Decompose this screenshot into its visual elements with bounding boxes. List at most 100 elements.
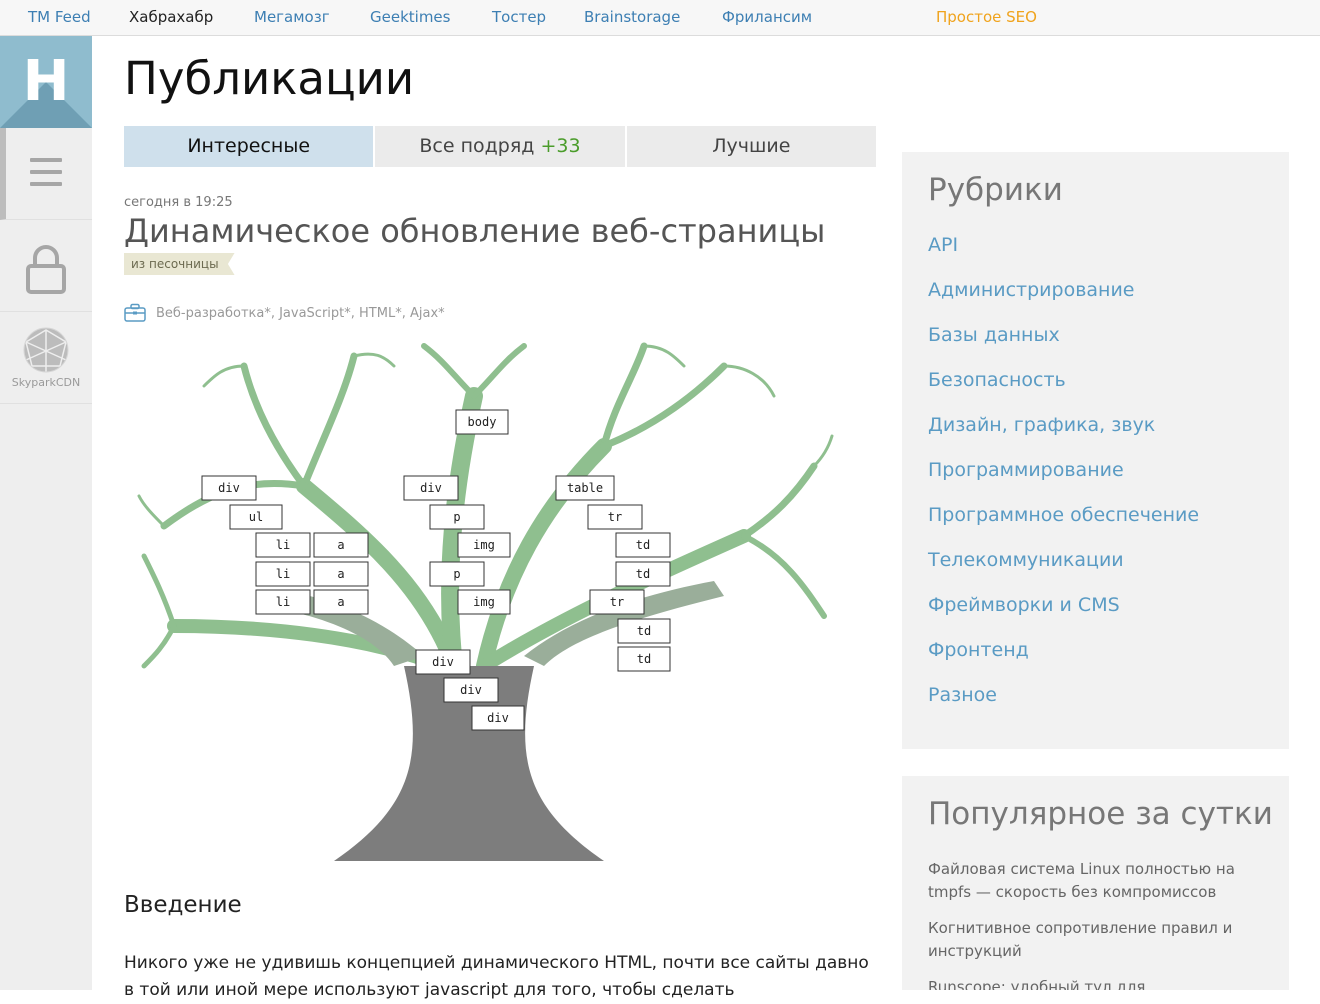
post-title[interactable]: Динамическое обновление веб-страницы (124, 212, 825, 250)
rubric-link[interactable]: Безопасность (928, 369, 1066, 391)
tag-label: li (276, 595, 290, 609)
tag-label: img (473, 595, 495, 609)
sponsor-skyparkcdn[interactable]: SkyparkCDN (0, 312, 92, 404)
tag-box: div (403, 475, 459, 501)
tag-label: table (567, 481, 603, 495)
nav-link-brainstorage[interactable]: Brainstorage (584, 8, 680, 26)
tag-label: div (218, 481, 240, 495)
site-logo[interactable]: H (0, 36, 92, 128)
tab-label: Интересные (187, 135, 311, 157)
top-nav-bar: TM Feed Хабрахабр Мегамозг Geektimes Тос… (0, 0, 1320, 36)
tag-label: td (636, 567, 650, 581)
tag-box: div (415, 649, 471, 675)
tag-box: li (255, 589, 311, 615)
login-button[interactable] (0, 220, 92, 312)
globe-icon (23, 327, 69, 373)
tab-all[interactable]: Все подряд +33 (375, 126, 625, 167)
tag-box: img (457, 532, 511, 558)
rubric-link[interactable]: Программное обеспечение (928, 504, 1199, 526)
tag-box: a (313, 561, 369, 587)
nav-link-promo-seo[interactable]: Простое SEO (936, 8, 1037, 26)
tag-label: img (473, 538, 495, 552)
feed-tabs: Интересные Все подряд +33 Лучшие (124, 126, 876, 167)
rubric-link[interactable]: Программирование (928, 459, 1124, 481)
rubric-link[interactable]: Фреймворки и CMS (928, 594, 1120, 616)
tag-box: ul (229, 504, 283, 530)
rubric-link[interactable]: Базы данных (928, 324, 1060, 346)
nav-link-habrahabr[interactable]: Хабрахабр (129, 8, 213, 26)
tab-interesting[interactable]: Интересные (124, 126, 374, 167)
tab-label: Лучшие (712, 135, 791, 157)
tag-box: td (615, 532, 671, 558)
tag-box: td (617, 646, 671, 672)
tag-label: ul (249, 510, 263, 524)
tag-box: div (471, 705, 525, 731)
menu-button[interactable] (0, 128, 92, 220)
tag-label: div (460, 683, 482, 697)
tag-box: p (429, 504, 485, 530)
tag-box: div (201, 475, 257, 501)
tag-label: a (337, 538, 344, 552)
post-hubs: Веб-разработка*, JavaScript*, HTML*, Aja… (124, 302, 445, 324)
hubs-list[interactable]: Веб-разработка*, JavaScript*, HTML*, Aja… (156, 306, 445, 321)
tag-box: table (555, 475, 615, 501)
tag-box: div (443, 677, 499, 703)
dom-tree-image: body div ul li a li a li a div p img p i… (137, 342, 834, 861)
tag-box: tr (589, 589, 645, 615)
post-date: сегодня в 19:25 (124, 195, 233, 210)
nav-link-geektimes[interactable]: Geektimes (370, 8, 450, 26)
tab-best[interactable]: Лучшие (626, 126, 876, 167)
page-title: Публикации (124, 52, 415, 105)
tag-label: li (276, 567, 290, 581)
new-posts-count: +33 (540, 135, 581, 157)
tag-label: tr (610, 595, 624, 609)
tag-box: tr (587, 504, 643, 530)
tag-label: div (487, 711, 509, 725)
nav-link-toster[interactable]: Тостер (492, 8, 546, 26)
tag-label: a (337, 595, 344, 609)
tag-label: td (636, 538, 650, 552)
tag-label: p (453, 510, 460, 524)
nav-link-megamozg[interactable]: Мегамозг (254, 8, 330, 26)
tag-label: body (468, 415, 497, 429)
rubric-link[interactable]: API (928, 234, 958, 256)
menu-icon (30, 158, 62, 186)
tag-label: li (276, 538, 290, 552)
sponsor-label: SkyparkCDN (11, 376, 81, 389)
briefcase-icon (124, 303, 146, 322)
tag-box: body (455, 409, 509, 435)
tag-box: a (313, 589, 369, 615)
rubric-link[interactable]: Администрирование (928, 279, 1135, 301)
tag-label: a (337, 567, 344, 581)
rubric-link[interactable]: Дизайн, графика, звук (928, 414, 1155, 436)
rubric-link[interactable]: Телекоммуникации (928, 549, 1124, 571)
tag-box: li (255, 561, 311, 587)
tag-label: p (453, 567, 460, 581)
popular-post-link[interactable]: Когнитивное сопротивление правил и инстр… (928, 917, 1268, 963)
tag-label: tr (608, 510, 622, 524)
post-body-text: Никого уже не удивишь концепцией динамич… (124, 953, 869, 1000)
popular-panel: Популярное за сутки Файловая система Lin… (902, 776, 1289, 990)
tag-box: p (429, 561, 485, 587)
popular-title: Популярное за сутки (928, 796, 1273, 832)
tag-box: img (457, 589, 511, 615)
nav-link-tm-feed[interactable]: TM Feed (28, 8, 91, 26)
tab-label: Все подряд (419, 135, 535, 157)
popular-post-link[interactable]: Runscope: удобный тул для (928, 976, 1268, 990)
lock-icon (26, 245, 66, 294)
rubrics-title: Рубрики (928, 172, 1063, 208)
tag-label: div (432, 655, 454, 669)
tag-label: div (420, 481, 442, 495)
popular-post-link[interactable]: Файловая система Linux полностью на tmpf… (928, 858, 1268, 904)
tag-box: li (255, 532, 311, 558)
rubric-link[interactable]: Фронтенд (928, 639, 1029, 661)
tag-box: td (617, 618, 671, 644)
nav-link-freelansim[interactable]: Фрилансим (722, 8, 812, 26)
sandbox-badge[interactable]: из песочницы (124, 253, 235, 275)
logo-letter: H (22, 49, 70, 114)
tag-box: td (615, 561, 671, 587)
left-rail: H SkyparkCDN (0, 36, 92, 990)
rubric-link[interactable]: Разное (928, 684, 997, 706)
tag-label: td (637, 624, 651, 638)
rubrics-panel: Рубрики API Администрирование Базы данны… (902, 152, 1289, 749)
